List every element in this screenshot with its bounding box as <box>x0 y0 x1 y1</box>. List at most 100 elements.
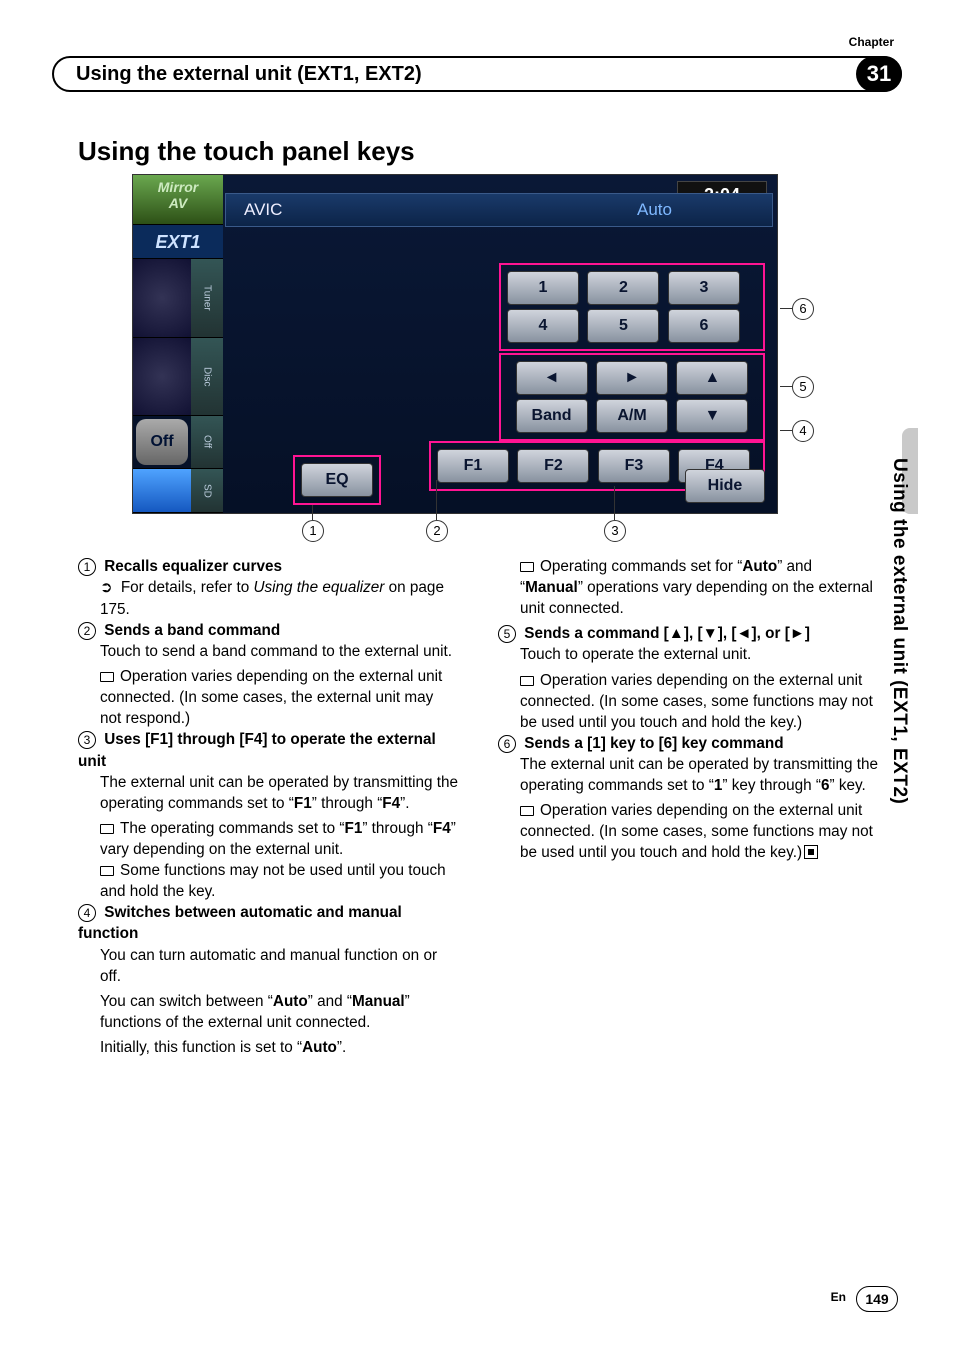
i6-k6: 6 <box>821 777 830 794</box>
chapter-header-bar: Using the external unit (EXT1, EXT2) 31 <box>52 56 902 92</box>
note-icon <box>100 672 114 682</box>
sidebar: Mirror AV EXT1 Tuner Disc Off Off SD <box>133 175 223 513</box>
item-3-f1: F1 <box>294 795 312 812</box>
item-6-sub-text: Operation varies depending on the extern… <box>520 802 873 861</box>
callout-2: 2 <box>426 520 448 542</box>
i4-b2b: ” and “ <box>308 993 352 1010</box>
callout-3: 3 <box>604 520 626 542</box>
off-button[interactable]: Off <box>136 419 188 465</box>
lead-4 <box>780 430 792 431</box>
end-of-section-icon <box>804 845 818 859</box>
tuner-icon <box>133 259 191 337</box>
item-5-num: 5 <box>498 625 516 643</box>
mirror-av-button[interactable]: Mirror AV <box>133 175 223 225</box>
item-3-f4: F4 <box>382 795 400 812</box>
item-5-sub-text: Operation varies depending on the extern… <box>520 672 873 731</box>
key-1[interactable]: 1 <box>507 271 579 305</box>
chapter-title-bold: Using the external unit <box>76 63 292 85</box>
chapter-title-light: (EXT1, EXT2) <box>292 63 422 85</box>
note-icon <box>100 866 114 876</box>
lead-6 <box>780 308 792 309</box>
avic-label: AVIC <box>244 200 282 220</box>
sd-row[interactable]: SD <box>133 469 223 513</box>
item-1-sub-text: For details, refer to <box>121 579 254 596</box>
item-3-sub1a: The operating commands set to “ <box>120 820 344 837</box>
band-button[interactable]: Band <box>516 399 588 433</box>
item-4-sub: Operating commands set for “Auto” and “M… <box>520 556 878 619</box>
item-5-head: Sends a command [▲], [▼], [◄], or [►] <box>524 625 810 642</box>
column-right: Operating commands set for “Auto” and “M… <box>498 556 878 1062</box>
f1-button[interactable]: F1 <box>437 449 509 483</box>
item-4: 4 Switches between automatic and manual … <box>78 902 458 1058</box>
section-title: Using the touch panel keys <box>78 136 415 167</box>
i4sub-a: Operating commands set for “ <box>540 558 742 575</box>
item-3-num: 3 <box>78 731 96 749</box>
item-2-num: 2 <box>78 622 96 640</box>
key-2[interactable]: 2 <box>587 271 659 305</box>
f3-button[interactable]: F3 <box>598 449 670 483</box>
item-4-head: Switches between automatic and manual fu… <box>78 904 402 942</box>
left-arrow-button[interactable]: ◄ <box>516 361 588 395</box>
key-3[interactable]: 3 <box>668 271 740 305</box>
hide-area: Hide <box>683 467 767 505</box>
chapter-number-badge: 31 <box>856 56 902 92</box>
callout-6: 6 <box>792 298 814 320</box>
link-arrow-icon: ➲ <box>100 579 113 596</box>
footer-lang: En <box>831 1290 846 1304</box>
item-3-sub-f1: F1 <box>344 820 362 837</box>
item-1-num: 1 <box>78 558 96 576</box>
key-4[interactable]: 4 <box>507 309 579 343</box>
item-5-sub: Operation varies depending on the extern… <box>520 670 878 733</box>
column-left: 1 Recalls equalizer curves ➲ For details… <box>78 556 458 1062</box>
i6-b2: ” key through “ <box>722 777 821 794</box>
eq-button[interactable]: EQ <box>301 463 373 497</box>
ext1-label: EXT1 <box>133 225 223 259</box>
item-3-sub2-text: Some functions may not be used until you… <box>100 862 446 900</box>
note-icon <box>520 806 534 816</box>
footer-page-number: 149 <box>856 1286 898 1312</box>
am-button[interactable]: A/M <box>596 399 668 433</box>
eq-group: EQ <box>293 455 381 505</box>
number-keys-group: 1 2 3 4 5 6 <box>499 263 765 351</box>
up-arrow-button[interactable]: ▲ <box>676 361 748 395</box>
chapter-label: Chapter <box>849 35 894 49</box>
item-3-body3: ”. <box>400 795 409 812</box>
tuner-row[interactable]: Tuner <box>133 259 223 338</box>
right-arrow-button[interactable]: ► <box>596 361 668 395</box>
disc-tab: Disc <box>191 338 223 416</box>
lead-5 <box>780 386 792 387</box>
note-icon <box>520 562 534 572</box>
hide-button[interactable]: Hide <box>685 469 765 503</box>
key-6[interactable]: 6 <box>668 309 740 343</box>
lead-3 <box>614 486 615 520</box>
callout-1: 1 <box>302 520 324 542</box>
item-1-head: Recalls equalizer curves <box>104 558 282 575</box>
item-4-body3: Initially, this function is set to “Auto… <box>100 1037 458 1058</box>
item-6-head: Sends a [1] key to [6] key command <box>524 735 783 752</box>
side-chapter-text: Using the external unit (EXT1, EXT2) <box>888 458 910 804</box>
key-5[interactable]: 5 <box>587 309 659 343</box>
item-4-body1: You can turn automatic and manual functi… <box>100 945 458 987</box>
note-icon <box>100 824 114 834</box>
item-2-sub-text: Operation varies depending on the extern… <box>100 668 442 727</box>
i4sub-auto: Auto <box>742 558 777 575</box>
off-row[interactable]: Off Off <box>133 416 223 469</box>
arrow-band-group: ◄ ► ▲ Band A/M ▼ <box>499 353 765 441</box>
disc-row[interactable]: Disc <box>133 338 223 417</box>
i4-b3b: ”. <box>337 1039 346 1056</box>
item-3-head: Uses [F1] through [F4] to operate the ex… <box>78 731 436 769</box>
note-icon <box>520 676 534 686</box>
item-3: 3 Uses [F1] through [F4] to operate the … <box>78 729 458 902</box>
callout-4: 4 <box>792 420 814 442</box>
item-6-sub: Operation varies depending on the extern… <box>520 800 878 863</box>
i4-auto: Auto <box>273 993 308 1010</box>
f2-button[interactable]: F2 <box>517 449 589 483</box>
item-1-link: Using the equalizer <box>253 579 384 596</box>
item-3-body: The external unit can be operated by tra… <box>100 772 458 814</box>
mirror-line1: Mirror <box>133 179 223 195</box>
auto-label: Auto <box>637 200 672 220</box>
lead-1 <box>312 505 313 520</box>
down-arrow-button[interactable]: ▼ <box>676 399 748 433</box>
item-4-num: 4 <box>78 904 96 922</box>
off-tab: Off <box>191 416 223 468</box>
